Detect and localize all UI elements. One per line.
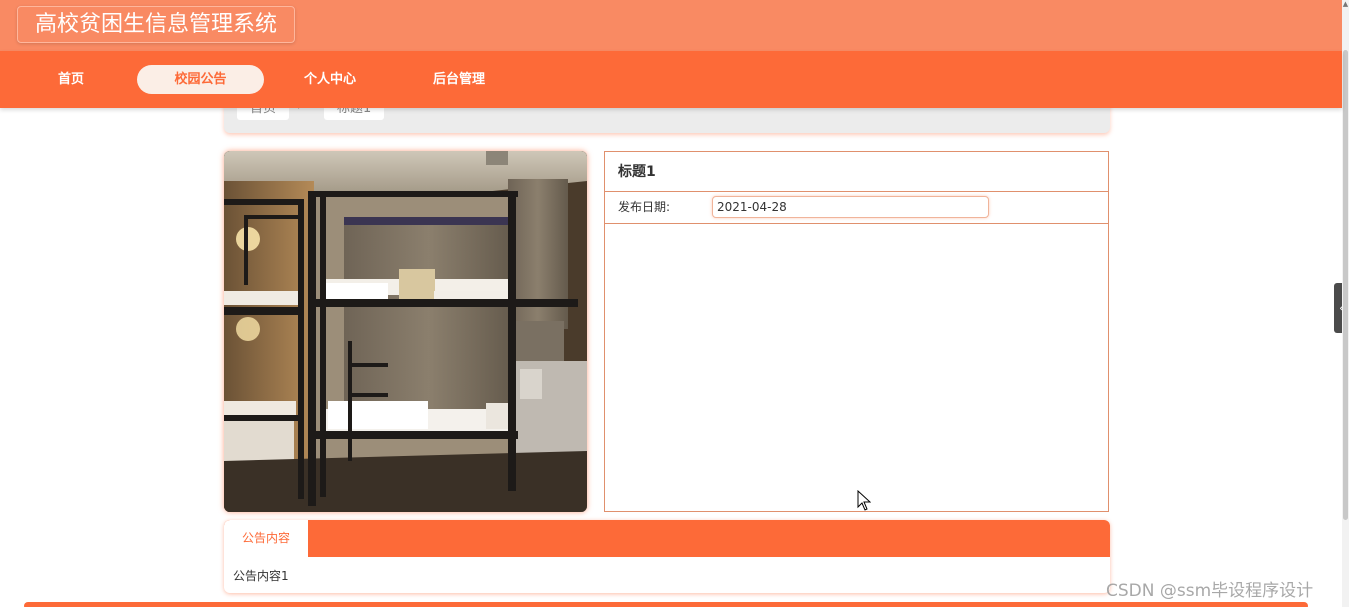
nav-item-announcements[interactable]: 校园公告 (137, 65, 264, 94)
watermark: CSDN @ssm毕设程序设计 (1106, 581, 1314, 601)
publish-date-row: 发布日期: 2021-04-28 (605, 192, 1108, 224)
announcement-content-box: 公告内容 公告内容1 (224, 520, 1110, 593)
main-nav: 首页 校园公告 个人中心 后台管理 (0, 51, 1342, 108)
tab-announcement-content[interactable]: 公告内容 (224, 520, 308, 557)
scroll-up-icon[interactable]: ▲ (1342, 0, 1349, 8)
page-scrollbar[interactable]: ▲ (1342, 0, 1349, 607)
nav-item-admin[interactable]: 后台管理 (416, 65, 502, 94)
nav-item-home[interactable]: 首页 (28, 65, 114, 94)
announcement-title: 标题1 (605, 152, 1108, 192)
content-tab-bar: 公告内容 (224, 520, 1110, 557)
header-bar: 高校贫困生信息管理系统 (0, 0, 1342, 51)
footer-bar (24, 602, 1308, 607)
scrollbar-thumb[interactable] (1343, 50, 1348, 520)
app-title: 高校贫困生信息管理系统 (17, 6, 296, 43)
announcement-content-text: 公告内容1 (233, 569, 289, 583)
announcement-image (224, 151, 587, 512)
nav-item-personal-center[interactable]: 个人中心 (287, 65, 373, 94)
publish-date-label: 发布日期: (618, 200, 671, 214)
publish-date-field[interactable]: 2021-04-28 (712, 196, 989, 218)
mouse-cursor-icon (857, 489, 872, 516)
announcement-detail-panel: 标题1 发布日期: 2021-04-28 (604, 151, 1109, 512)
